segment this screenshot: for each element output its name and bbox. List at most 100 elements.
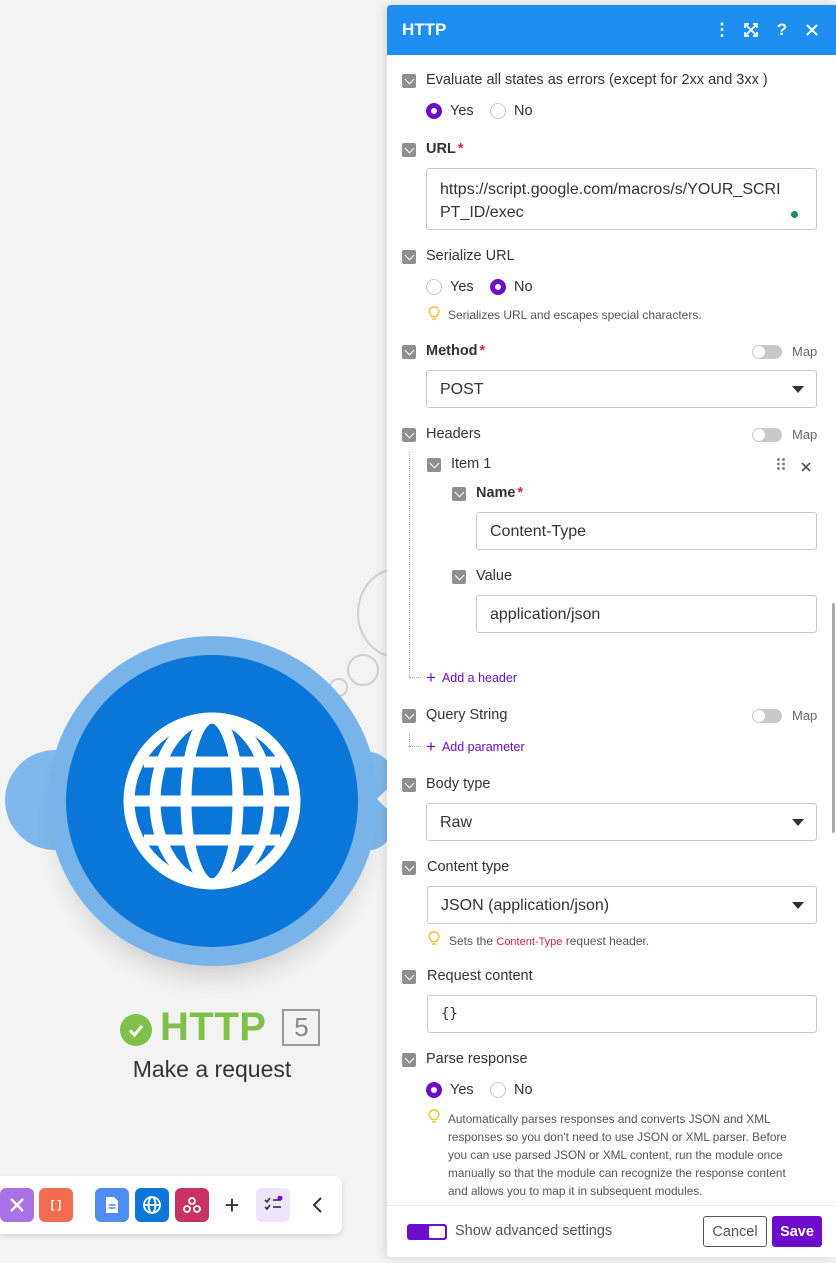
content-type-select[interactable]: JSON (application/json)	[427, 886, 817, 924]
tools-icon[interactable]	[0, 1188, 34, 1222]
parse-response-checkbox[interactable]	[402, 1053, 416, 1067]
globe-icon	[123, 712, 301, 890]
parse-response-no-radio[interactable]	[490, 1082, 506, 1098]
method-label: Method *	[426, 343, 486, 359]
query-string-checkbox[interactable]	[402, 709, 416, 723]
valid-status-dot-icon	[791, 211, 798, 218]
header-name-checkbox[interactable]	[452, 487, 466, 501]
save-button[interactable]: Save	[772, 1216, 822, 1247]
module-name: HTTP	[160, 1004, 267, 1049]
panel-title: HTTP	[402, 20, 447, 39]
headers-tree-line	[409, 452, 410, 677]
parse-response-hint-line: Automatically parses responses and conve…	[448, 1112, 771, 1126]
serialize-url-yes-radio[interactable]	[426, 279, 442, 295]
add-parameter-link[interactable]: + Add parameter	[426, 736, 525, 756]
bottom-toolbar: [ ] +	[0, 1176, 342, 1234]
query-string-label: Query String	[426, 707, 508, 723]
serialize-url-yes-label: Yes	[450, 279, 474, 295]
parse-response-hint-line: you can use parsed JSON or XML content, …	[448, 1148, 783, 1162]
chevron-down-icon	[792, 902, 804, 909]
query-string-map-toggle[interactable]	[752, 709, 782, 723]
header-name-input[interactable]: Content-Type	[476, 512, 817, 550]
evaluate-errors-no-label: No	[514, 103, 533, 119]
url-checkbox[interactable]	[402, 143, 416, 157]
method-checkbox[interactable]	[402, 345, 416, 359]
method-select[interactable]: POST	[426, 370, 817, 408]
document-icon[interactable]	[95, 1188, 129, 1222]
evaluate-errors-yes-label: Yes	[450, 103, 474, 119]
more-vertical-icon[interactable]: ⋮	[711, 19, 733, 41]
check-icon	[120, 1014, 152, 1046]
evaluate-errors-label: Evaluate all states as errors (except fo…	[426, 72, 768, 88]
advanced-settings-toggle[interactable]	[407, 1224, 447, 1240]
help-icon[interactable]: ?	[771, 19, 793, 41]
chevron-down-icon	[792, 819, 804, 826]
header-name-value: Content-Type	[490, 523, 587, 540]
plus-icon[interactable]: +	[217, 1188, 247, 1222]
panel-scrollbar[interactable]	[832, 603, 835, 833]
chevron-left-icon[interactable]	[302, 1188, 332, 1222]
url-label: URL *	[426, 141, 464, 157]
serialize-url-checkbox[interactable]	[402, 250, 416, 264]
globe-icon[interactable]	[135, 1188, 169, 1222]
request-content-checkbox[interactable]	[402, 970, 416, 984]
module-title-row: HTTP 5	[120, 1003, 321, 1051]
array-icon[interactable]: [ ]	[39, 1188, 73, 1222]
method-map-toggle[interactable]	[752, 345, 782, 359]
evaluate-errors-no-radio[interactable]	[490, 103, 506, 119]
headers-checkbox[interactable]	[402, 428, 416, 442]
advanced-settings-label: Show advanced settings	[455, 1223, 613, 1239]
panel-footer: Show advanced settings Cancel Save	[387, 1205, 836, 1257]
header-value-label: Value	[476, 568, 513, 584]
body-type-select[interactable]: Raw	[426, 803, 817, 841]
close-icon[interactable]	[801, 19, 823, 41]
checklist-icon[interactable]	[256, 1188, 290, 1222]
headers-map-label: Map	[792, 427, 818, 442]
url-input[interactable]: https://script.google.com/macros/s/YOUR_…	[426, 168, 817, 230]
header-item-checkbox[interactable]	[427, 458, 441, 472]
header-value-input[interactable]: application/json	[476, 595, 817, 633]
body-type-label: Body type	[426, 776, 491, 792]
request-content-input[interactable]: {}	[427, 995, 817, 1033]
headers-tree-branch	[409, 677, 421, 678]
http-module-icon-circle[interactable]	[66, 655, 358, 947]
parse-response-hint-line: manually so that the module can recogniz…	[448, 1166, 786, 1180]
expand-icon[interactable]	[740, 19, 762, 41]
headers-map-toggle[interactable]	[752, 428, 782, 442]
parse-response-yes-label: Yes	[450, 1082, 474, 1098]
parse-response-label: Parse response	[426, 1051, 528, 1067]
request-content-value: {}	[441, 1006, 458, 1022]
remove-item-icon[interactable]	[801, 459, 812, 472]
content-type-checkbox[interactable]	[402, 861, 416, 875]
parse-response-hint: Automatically parses responses and conve…	[448, 1110, 828, 1200]
add-header-link[interactable]: + Add a header	[426, 667, 517, 687]
query-string-tree-branch	[409, 746, 421, 747]
header-item-label: Item 1	[451, 456, 492, 472]
module-settings-panel: HTTP ⋮ ? Evaluate all states as errors (…	[387, 5, 836, 1257]
cancel-button[interactable]: Cancel	[703, 1216, 767, 1247]
headers-label: Headers	[426, 426, 481, 442]
query-string-map-label: Map	[792, 708, 818, 723]
method-select-value: POST	[440, 381, 484, 398]
drag-handle-icon[interactable]	[776, 457, 786, 471]
plus-icon: +	[426, 737, 436, 756]
parse-response-yes-radio[interactable]	[426, 1082, 442, 1098]
request-content-label: Request content	[427, 968, 533, 984]
serialize-url-no-radio[interactable]	[490, 279, 506, 295]
body-type-checkbox[interactable]	[402, 778, 416, 792]
plus-icon: +	[426, 668, 436, 687]
parse-response-hint-line: and allows you to map it in subsequent m…	[448, 1184, 703, 1198]
header-value-checkbox[interactable]	[452, 570, 466, 584]
content-type-hint: Sets the Content-Type request header.	[449, 934, 650, 948]
evaluate-errors-checkbox[interactable]	[402, 74, 416, 88]
lightbulb-icon	[428, 931, 440, 945]
content-type-label: Content type	[427, 859, 510, 875]
header-name-label: Name *	[476, 485, 524, 501]
body-type-select-value: Raw	[440, 814, 473, 831]
url-value-line-2: PT_ID/exec	[440, 204, 524, 221]
thought-bubble-medium	[347, 654, 379, 686]
webhook-icon[interactable]	[175, 1188, 209, 1222]
method-map-label: Map	[792, 344, 818, 359]
lightbulb-icon	[428, 1109, 440, 1123]
evaluate-errors-yes-radio[interactable]	[426, 103, 442, 119]
